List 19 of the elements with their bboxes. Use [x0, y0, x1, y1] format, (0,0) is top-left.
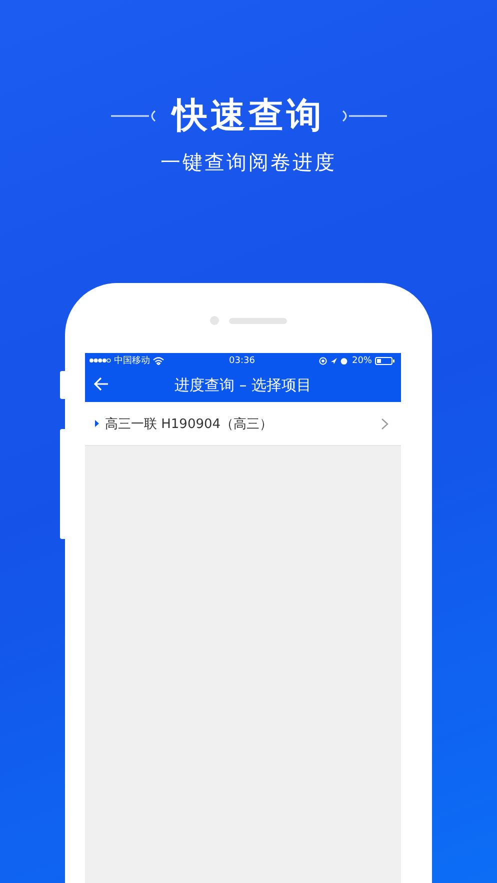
wifi-icon [153, 356, 164, 364]
carrier-name: 中国移动 [114, 354, 150, 367]
bullet-icon [95, 420, 99, 427]
status-icons [318, 356, 349, 364]
back-arrow-icon[interactable] [93, 376, 109, 392]
project-list-item[interactable]: 高三一联 H190904（高三） [85, 402, 401, 446]
status-time: 03:36 [229, 356, 255, 366]
subtitle: 一键查询阅卷进度 [160, 149, 336, 176]
headline: 快速查询 [172, 95, 324, 138]
item-label: 高三一联 H190904（高三） [105, 416, 274, 432]
speaker-slot [229, 318, 287, 324]
line-ornament-icon [340, 110, 386, 122]
camera-dot [210, 316, 219, 325]
battery-percent: 20% [352, 356, 372, 366]
nav-title: 进度查询 – 选择项目 [174, 376, 312, 394]
line-ornament-icon [110, 110, 156, 122]
signal-icon [89, 358, 111, 363]
chevron-icon [381, 418, 389, 430]
battery-icon [375, 356, 395, 364]
